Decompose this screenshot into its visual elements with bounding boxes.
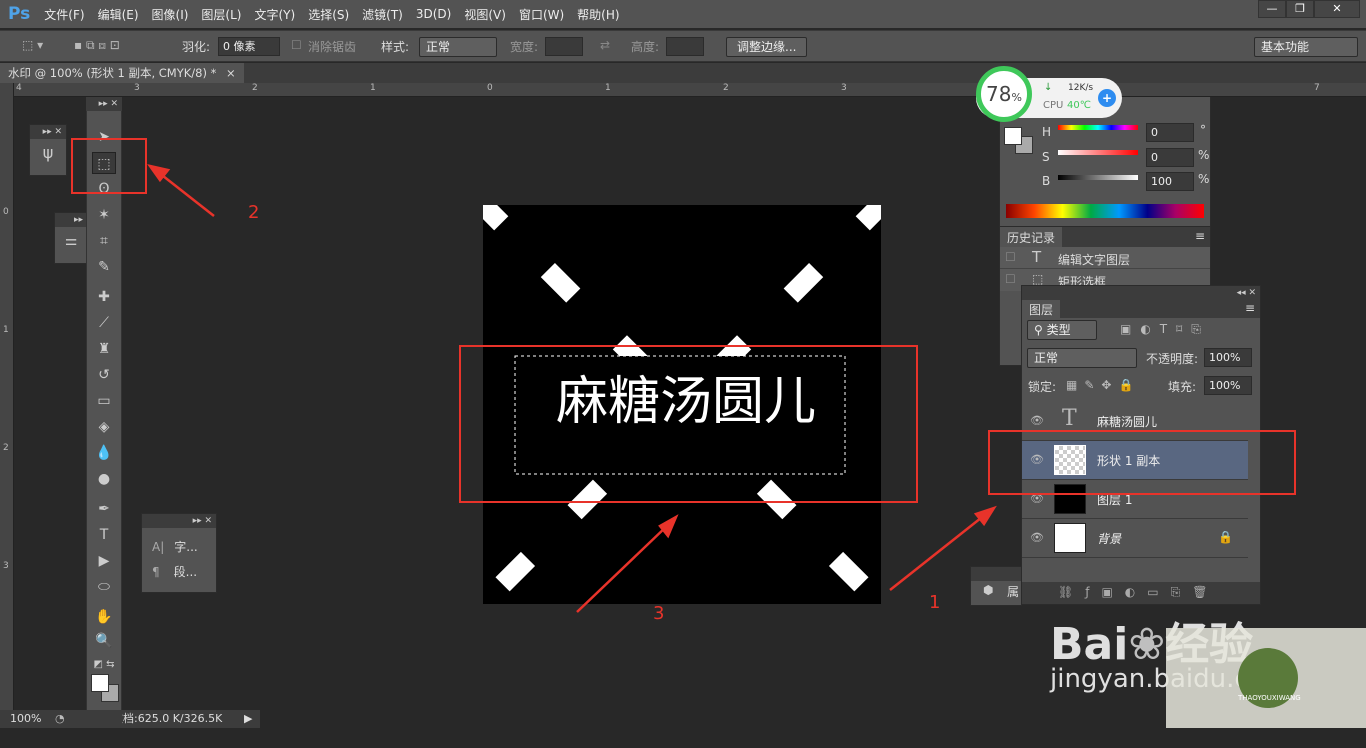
arrow-1 — [889, 513, 987, 591]
site-logo: THAOYOUXIWANG — [1238, 648, 1301, 708]
annotation-label-3: 3 — [653, 603, 665, 624]
arrow-3 — [576, 524, 669, 613]
arrow-2 — [157, 171, 215, 217]
site-watermark: THAOYOUXIWANG — [1166, 628, 1366, 728]
annotation-label-1: 1 — [929, 592, 941, 613]
annotation-label-2: 2 — [248, 202, 260, 223]
